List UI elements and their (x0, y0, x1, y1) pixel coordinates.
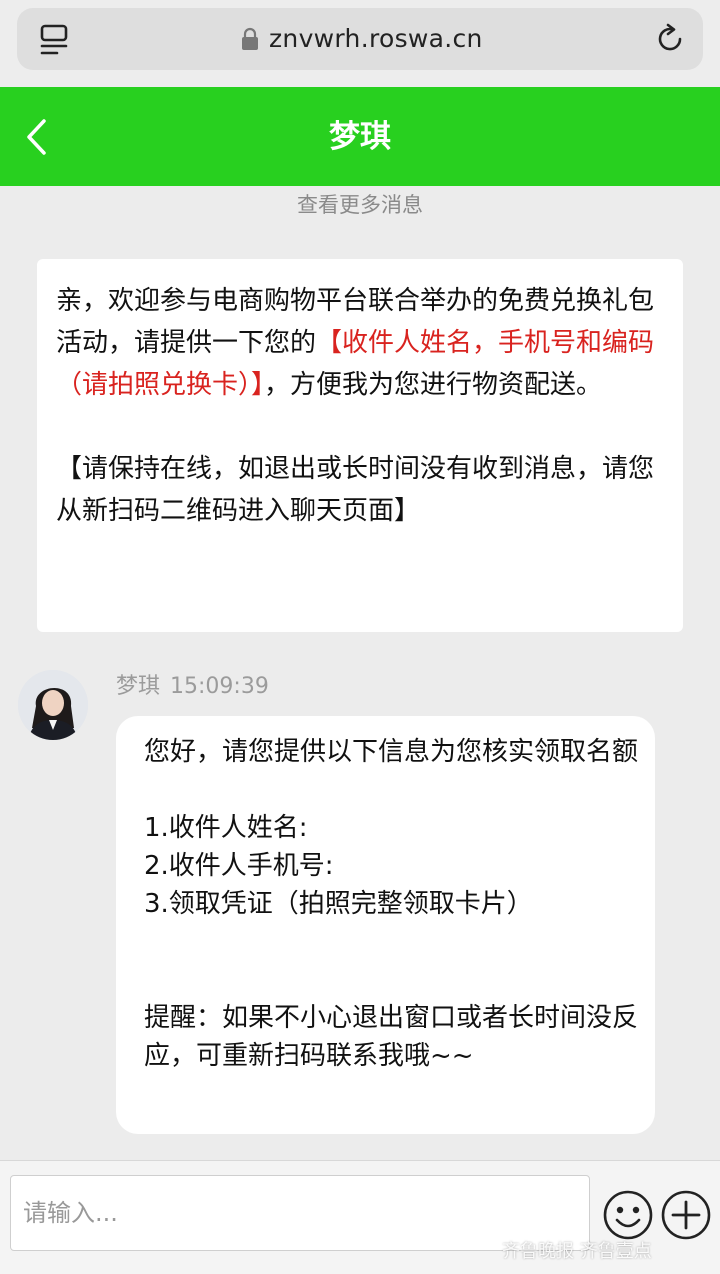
message-text: 您好，请您提供以下信息为您核实领取名额 1.收件人姓名: 2.收件人手机号: 3… (144, 733, 644, 1075)
welcome-message-text: 亲，欢迎参与电商购物平台联合举办的免费兑换礼包活动，请提供一下您的【收件人姓名，… (56, 280, 676, 532)
message-time: 15:09:39 (170, 674, 269, 699)
sender-avatar[interactable] (18, 670, 88, 740)
chat-header: 梦琪 (0, 87, 720, 186)
avatar-image-icon (18, 670, 88, 740)
welcome-text-part2: ，方便我为您进行物资配送。 (264, 370, 603, 400)
sender-name: 梦琪 (116, 674, 161, 699)
message-meta: 梦琪 15:09:39 (116, 672, 279, 702)
message-line: 3.领取凭证（拍照完整领取卡片） (144, 889, 533, 919)
lock-icon (242, 27, 258, 50)
browser-bar: znvwrh.roswa.cn (0, 0, 720, 87)
reload-icon[interactable] (653, 22, 687, 56)
welcome-notice: 【请保持在线，如退出或长时间没有收到消息，请您从新扫码二维码进入聊天页面】 (56, 454, 655, 526)
load-more-messages-link[interactable]: 查看更多消息 (0, 190, 720, 220)
message-line: 2.收件人手机号: (144, 851, 334, 881)
welcome-message-card: 亲，欢迎参与电商购物平台联合举办的免费兑换礼包活动，请提供一下您的【收件人姓名，… (37, 259, 683, 632)
message-line: 1.收件人姓名: (144, 813, 308, 843)
address-bar[interactable]: znvwrh.roswa.cn (17, 8, 703, 70)
chat-title: 梦琪 (329, 119, 391, 155)
url-text[interactable]: znvwrh.roswa.cn (269, 22, 483, 56)
emoji-icon[interactable] (602, 1189, 654, 1241)
message-line: 您好，请您提供以下信息为您核实领取名额 (144, 737, 639, 767)
reader-menu-icon[interactable] (39, 22, 71, 56)
plus-icon[interactable] (660, 1189, 712, 1241)
message-line: 提醒：如果不小心退出窗口或者长时间没反应，可重新扫码联系我哦~~ (144, 1003, 639, 1071)
watermark: 齐鲁晚报 齐鲁壹点 (502, 1241, 652, 1262)
message-bubble: 您好，请您提供以下信息为您核实领取名额 1.收件人姓名: 2.收件人手机号: 3… (116, 716, 655, 1134)
